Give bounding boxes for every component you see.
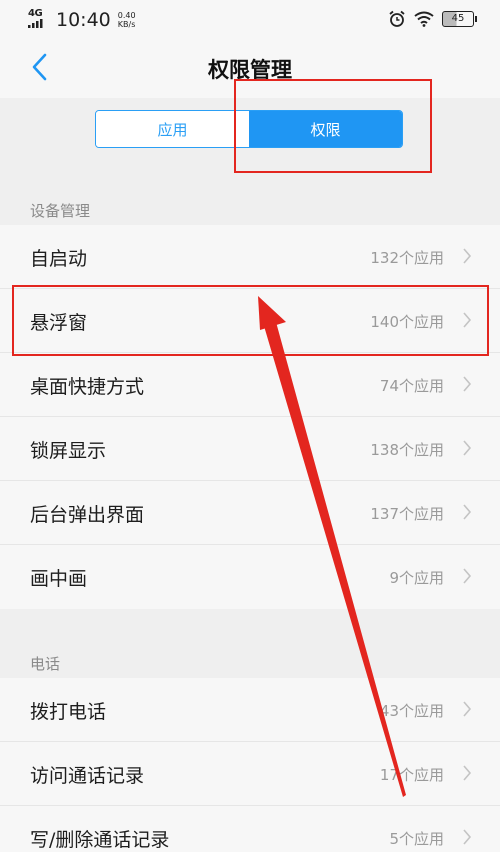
- annotation-arrow: [258, 296, 406, 797]
